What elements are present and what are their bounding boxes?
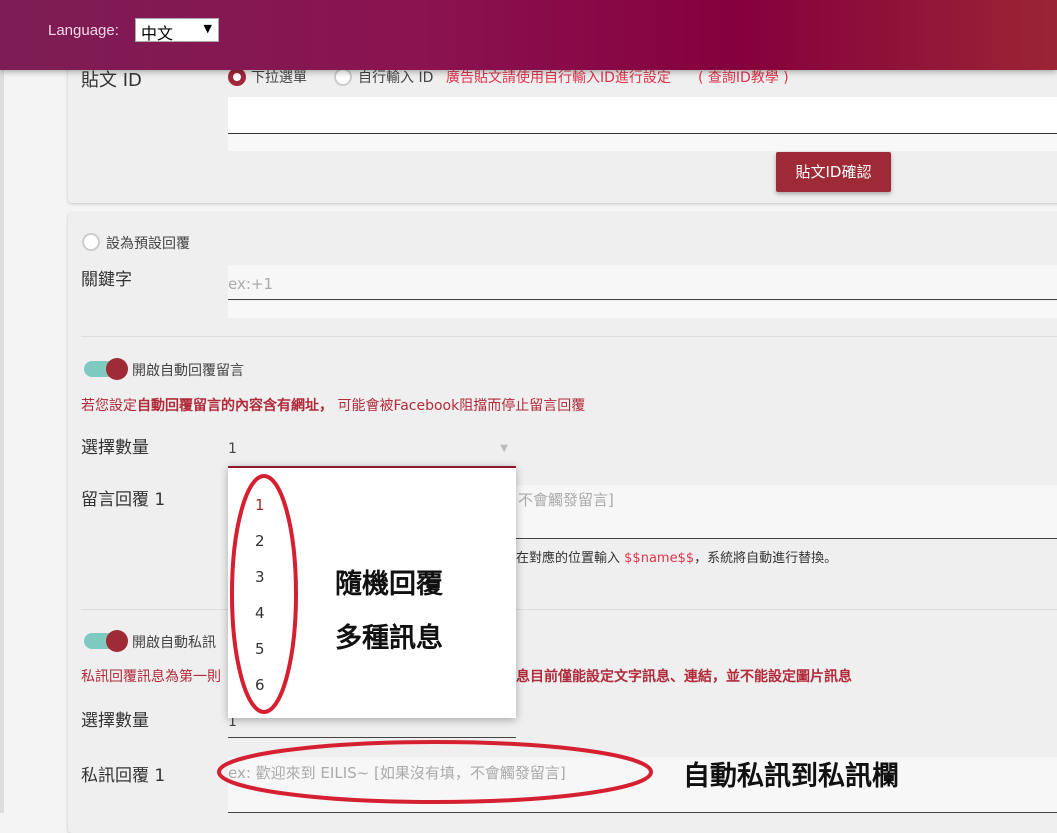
reply-card: 設為預設回覆 關鍵字 ex:+1 開啟自動回覆留言 若您設定自動回覆留言的內容含… bbox=[68, 213, 1057, 833]
comment-toggle-label: 開啟自動回覆留言 bbox=[132, 363, 244, 379]
dropdown-option[interactable]: 1 bbox=[255, 496, 265, 514]
ad-note: 廣告貼文請使用自行輸入ID進行設定 bbox=[446, 70, 671, 86]
annotation-random: 隨機回覆 bbox=[335, 569, 443, 600]
warn-suffix: 可能會被Facebook阻擋而停止留言回覆 bbox=[337, 398, 586, 414]
keyword-placeholder: ex:+1 bbox=[228, 275, 274, 293]
dropdown-option[interactable]: 3 bbox=[255, 568, 265, 586]
hint-token: $$name$$ bbox=[624, 551, 695, 566]
dropdown-option[interactable]: 4 bbox=[255, 604, 265, 622]
pm-note-prefix: 私訊回覆訊息為第一則 bbox=[81, 669, 221, 685]
dropdown-option[interactable]: 6 bbox=[255, 676, 265, 694]
post-id-input-bg bbox=[228, 134, 1057, 151]
tutorial-link[interactable]: ( 查詢ID教學 ) bbox=[698, 67, 789, 87]
default-reply-label: 設為預設回覆 bbox=[106, 236, 190, 252]
pm-reply-input[interactable]: ex: 歡迎來到 EILIS~ [如果沒有填，不會觸發留言] bbox=[228, 757, 1057, 813]
toggle-knob bbox=[106, 358, 128, 380]
count-value: 1 bbox=[228, 441, 237, 457]
keyword-input-bg bbox=[228, 301, 1057, 318]
caret-down-icon: ▼ bbox=[500, 443, 508, 454]
pm-note-bold: 息目前僅能設定文字訊息、連結，並不能設定圖片訊息 bbox=[516, 669, 852, 685]
comment-placeholder: 不會觸發留言] bbox=[518, 491, 614, 509]
comment-reply-label: 留言回覆 1 bbox=[81, 490, 166, 510]
warn-bold: 自動回覆留言的內容含有網址， bbox=[137, 398, 333, 414]
dropdown-option[interactable]: 2 bbox=[255, 532, 265, 550]
radio-dropdown-label: 下拉選單 bbox=[251, 70, 307, 86]
hint-prefix: 在對應的位置輸入 bbox=[516, 551, 621, 566]
comment-reply-toggle[interactable] bbox=[84, 358, 128, 380]
divider bbox=[81, 336, 1057, 337]
keyword-input[interactable]: ex:+1 bbox=[228, 265, 1057, 300]
pm-placeholder: ex: 歡迎來到 EILIS~ [如果沒有填，不會觸發留言] bbox=[228, 764, 566, 782]
radio-manual[interactable] bbox=[334, 68, 352, 86]
language-value: 中文 bbox=[141, 24, 174, 43]
radio-manual-label: 自行輸入 ID bbox=[358, 70, 434, 86]
header: Language: 中文 ▼ bbox=[0, 0, 1057, 70]
pm-toggle[interactable] bbox=[84, 630, 128, 652]
left-edge bbox=[0, 0, 4, 813]
toggle-knob bbox=[106, 630, 128, 652]
count-label: 選擇數量 bbox=[81, 438, 149, 458]
post-id-select[interactable] bbox=[228, 97, 1057, 134]
pm-toggle-label: 開啟自動私訊 bbox=[132, 635, 216, 651]
confirm-post-id-button[interactable]: 貼文ID確認 bbox=[776, 152, 891, 192]
count-select[interactable]: 1 ▼ bbox=[228, 435, 516, 465]
pm-reply-label: 私訊回覆 1 bbox=[81, 766, 166, 786]
dropdown-option[interactable]: 5 bbox=[255, 640, 265, 658]
annotation-multi: 多種訊息 bbox=[335, 623, 443, 654]
language-label: Language: bbox=[48, 22, 119, 39]
name-hint: 在對應的位置輸入 $$name$$，系統將自動進行替換。 bbox=[516, 547, 837, 566]
url-warning: 若您設定自動回覆留言的內容含有網址， 可能會被Facebook阻擋而停止留言回覆 bbox=[81, 395, 585, 415]
pm-count-label: 選擇數量 bbox=[81, 711, 149, 731]
annotation-pm-inbox: 自動私訊到私訊欄 bbox=[683, 761, 899, 792]
radio-dropdown[interactable] bbox=[228, 68, 246, 86]
hint-suffix: ，系統將自動進行替換。 bbox=[694, 551, 838, 566]
keyword-label: 關鍵字 bbox=[81, 270, 132, 290]
default-reply-radio[interactable] bbox=[82, 233, 100, 251]
language-select[interactable]: 中文 ▼ bbox=[135, 18, 219, 43]
warn-prefix: 若您設定 bbox=[81, 398, 137, 414]
caret-down-icon: ▼ bbox=[203, 22, 212, 35]
